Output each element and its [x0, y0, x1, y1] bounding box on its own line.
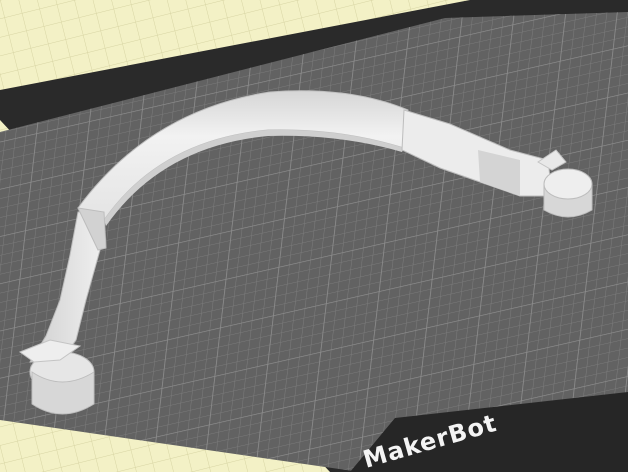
- build-scene[interactable]: MakerBot: [0, 0, 628, 472]
- 3d-build-viewport[interactable]: MakerBot: [0, 0, 628, 472]
- model-right-foot: [543, 168, 593, 200]
